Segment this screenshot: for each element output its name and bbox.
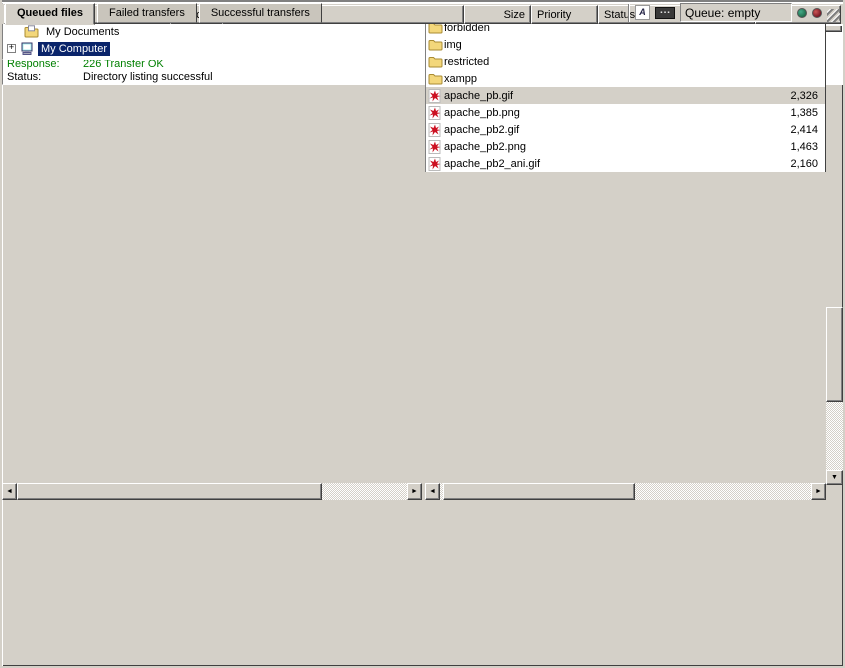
scrollbar-track[interactable] bbox=[17, 483, 407, 500]
folder-icon bbox=[428, 73, 443, 85]
tree-item-my-documents[interactable]: My Documents bbox=[7, 23, 419, 40]
scroll-right-icon[interactable]: ► bbox=[407, 483, 422, 500]
remote-file-row[interactable]: xampp bbox=[426, 70, 825, 87]
pane-splitter[interactable] bbox=[422, 189, 425, 525]
remote-file-row[interactable]: apache_pb2_ani.gif 2,160 bbox=[426, 155, 825, 172]
file-size: 1,463 bbox=[715, 141, 825, 153]
scrollbar-thumb[interactable] bbox=[443, 483, 635, 500]
resize-grip[interactable] bbox=[827, 9, 840, 22]
log-label: Status: bbox=[7, 71, 83, 84]
image-file-icon bbox=[428, 106, 442, 120]
expand-icon[interactable]: + bbox=[7, 44, 16, 53]
file-size: 1,385 bbox=[715, 107, 825, 119]
tree-item-label-selected: My Computer bbox=[38, 42, 110, 56]
local-horizontal-scrollbar[interactable]: ◄ ► bbox=[2, 483, 422, 500]
file-size: 2,160 bbox=[715, 158, 825, 170]
file-name: img bbox=[444, 39, 715, 51]
my-computer-icon bbox=[20, 42, 34, 55]
data-type-indicator-icon[interactable]: A bbox=[635, 5, 650, 20]
log-text: Directory listing successful bbox=[83, 71, 213, 84]
file-name: apache_pb2.gif bbox=[444, 124, 715, 136]
file-name: apache_pb2.png bbox=[444, 141, 715, 153]
tree-item-my-computer[interactable]: + My Computer bbox=[7, 40, 419, 57]
file-size: 2,414 bbox=[715, 124, 825, 136]
file-name: xampp bbox=[444, 73, 715, 85]
status-bar: A ▪▪▪ Queue: empty bbox=[2, 2, 843, 22]
remote-file-row[interactable]: apache_pb2.png 1,463 bbox=[426, 138, 825, 155]
my-documents-icon bbox=[24, 25, 39, 38]
scrollbar-track[interactable] bbox=[826, 307, 843, 470]
remote-file-row[interactable]: apache_pb2.gif 2,414 bbox=[426, 121, 825, 138]
file-name: apache_pb.png bbox=[444, 107, 715, 119]
remote-vertical-scrollbar[interactable]: ▼ bbox=[826, 307, 843, 485]
queue-status-text: Queue: empty bbox=[685, 6, 760, 20]
download-activity-indicator bbox=[797, 8, 807, 18]
folder-icon bbox=[428, 39, 443, 51]
remote-file-list: .. forbidden img restricted xampp apache… bbox=[425, 2, 826, 172]
tree-item-label: My Documents bbox=[43, 25, 122, 39]
scroll-down-icon[interactable]: ▼ bbox=[826, 470, 843, 485]
image-file-icon bbox=[428, 157, 442, 171]
image-file-icon bbox=[428, 89, 442, 103]
remote-file-row[interactable]: apache_pb.png 1,385 bbox=[426, 104, 825, 121]
queue-status-panel: Queue: empty bbox=[680, 3, 792, 22]
remote-file-row[interactable]: restricted bbox=[426, 53, 825, 70]
scroll-left-icon[interactable]: ◄ bbox=[2, 483, 17, 500]
scrollbar-thumb[interactable] bbox=[826, 307, 843, 402]
scrollbar-thumb[interactable] bbox=[17, 483, 322, 500]
remote-file-row-selected[interactable]: apache_pb.gif 2,326 bbox=[426, 87, 825, 104]
file-name: apache_pb2_ani.gif bbox=[444, 158, 715, 170]
remote-file-row[interactable]: img bbox=[426, 36, 825, 53]
image-file-icon bbox=[428, 123, 442, 137]
scroll-right-icon[interactable]: ► bbox=[811, 483, 826, 500]
file-size: 2,326 bbox=[715, 90, 825, 102]
encryption-indicator-icon[interactable]: ▪▪▪ bbox=[655, 7, 675, 19]
image-file-icon bbox=[428, 140, 442, 154]
scroll-left-icon[interactable]: ◄ bbox=[425, 483, 440, 500]
upload-activity-indicator bbox=[812, 8, 822, 18]
file-name: apache_pb.gif bbox=[444, 90, 715, 102]
file-name: restricted bbox=[444, 56, 715, 68]
remote-horizontal-scrollbar[interactable]: ◄ ► bbox=[425, 483, 826, 500]
statusbar-separator bbox=[628, 4, 630, 22]
scrollbar-track[interactable] bbox=[440, 483, 811, 500]
folder-icon bbox=[428, 56, 443, 68]
